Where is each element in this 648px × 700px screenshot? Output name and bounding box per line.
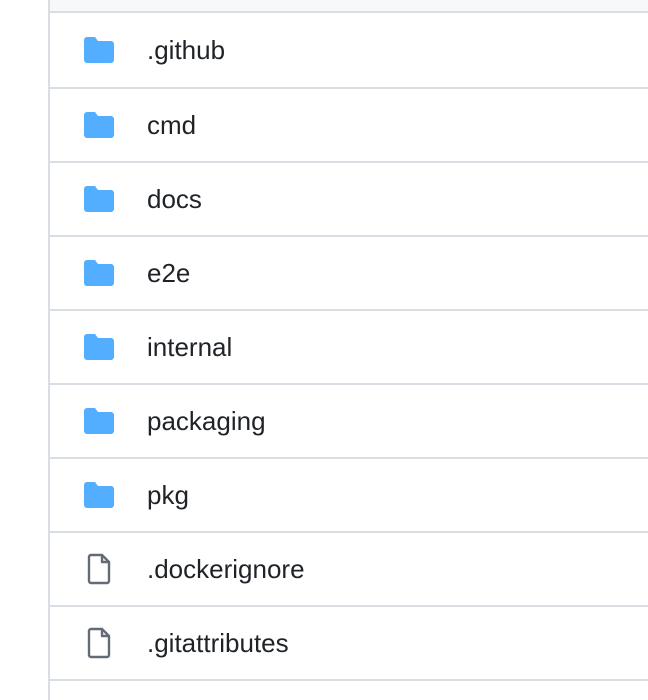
folder-icon [82,332,116,362]
file-name-link[interactable]: internal [147,334,232,360]
file-name-link[interactable]: docs [147,186,202,212]
file-list: .github cmd docs e2e internal packaging … [48,0,648,700]
folder-icon [82,184,116,214]
file-name-link[interactable]: .dockerignore [147,556,305,582]
file-list-header [50,0,648,13]
file-icon [82,627,116,659]
file-row-dockerignore[interactable]: .dockerignore [50,533,648,607]
file-name-link[interactable]: e2e [147,260,190,286]
file-name-link[interactable]: pkg [147,482,189,508]
folder-icon [82,110,116,140]
folder-icon [82,258,116,288]
file-name-link[interactable]: .gitattributes [147,630,289,656]
file-row-gitattributes[interactable]: .gitattributes [50,607,648,681]
file-name-link[interactable]: packaging [147,408,266,434]
file-row-cmd[interactable]: cmd [50,89,648,163]
file-row-pkg[interactable]: pkg [50,459,648,533]
page: .github cmd docs e2e internal packaging … [0,0,648,700]
file-icon [82,553,116,585]
folder-icon [82,480,116,510]
file-row-docs[interactable]: docs [50,163,648,237]
file-row-e2e[interactable]: e2e [50,237,648,311]
file-name-link[interactable]: .github [147,37,225,63]
file-name-link[interactable]: cmd [147,112,196,138]
folder-icon [82,35,116,65]
file-row-packaging[interactable]: packaging [50,385,648,459]
file-row-github[interactable]: .github [50,13,648,89]
file-row-internal[interactable]: internal [50,311,648,385]
folder-icon [82,406,116,436]
